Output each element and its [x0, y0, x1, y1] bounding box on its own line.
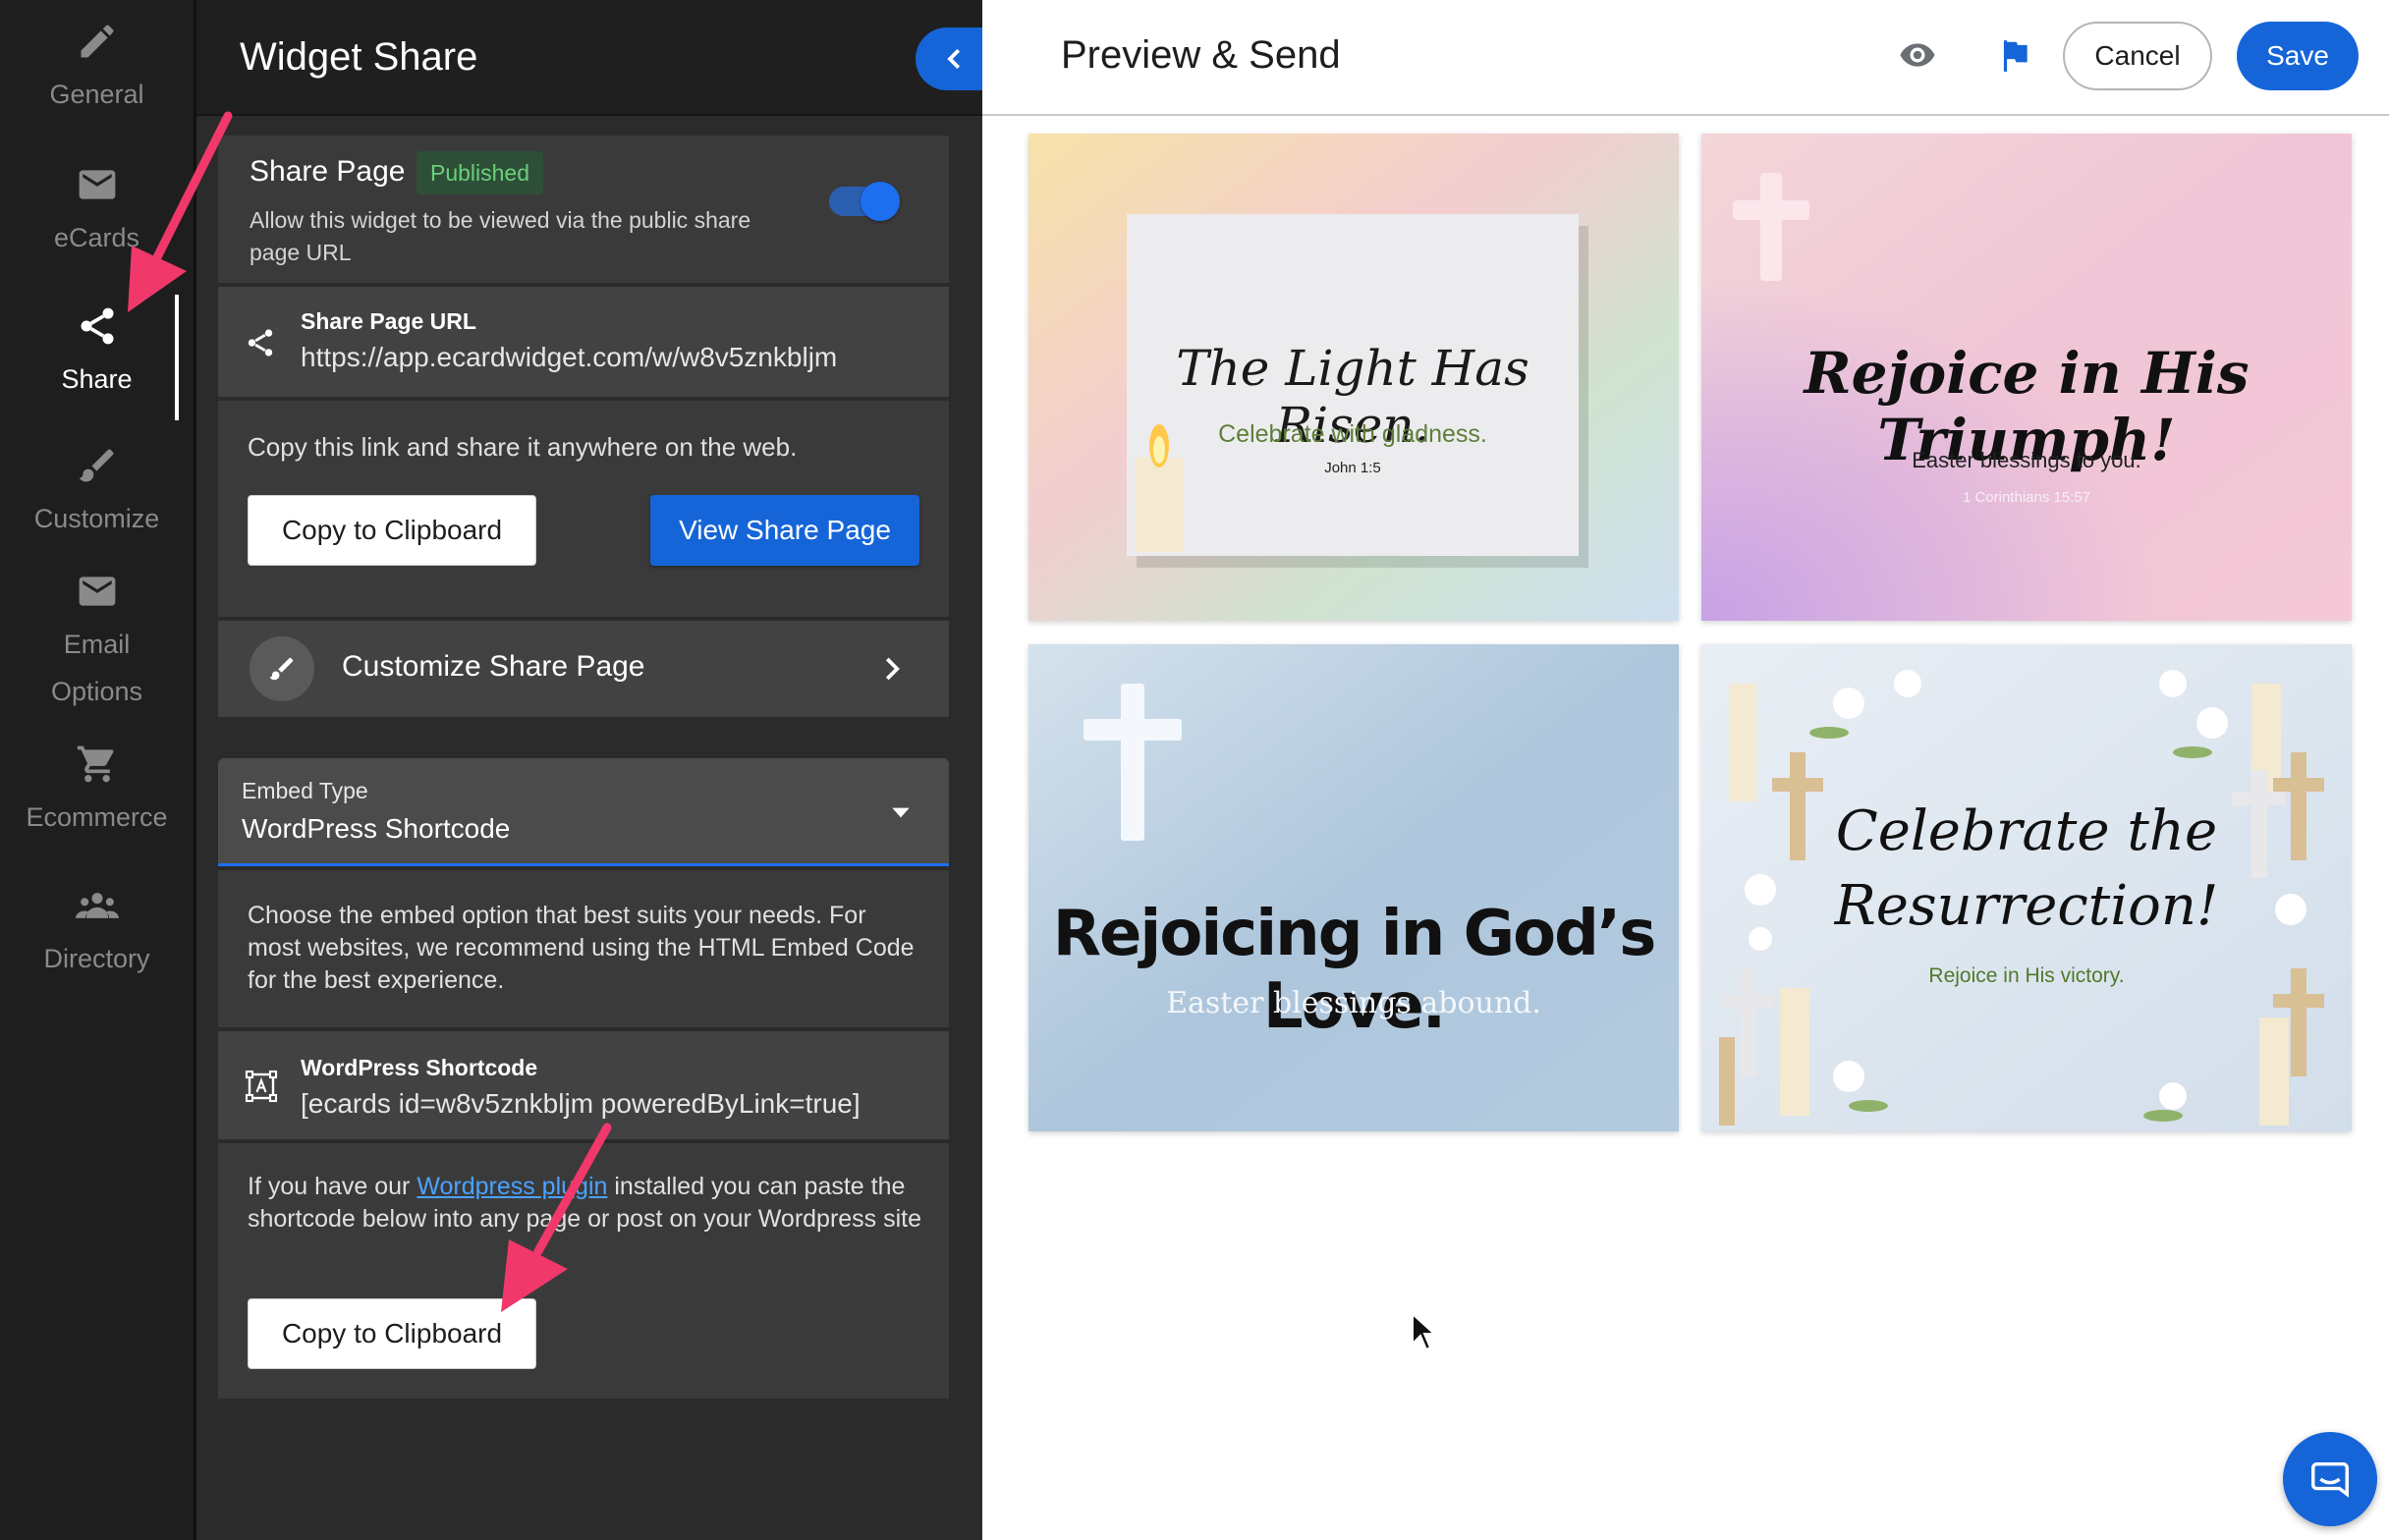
customize-share-label: Customize Share Page — [342, 650, 645, 683]
share-page-toggle[interactable] — [829, 182, 900, 221]
chevron-right-icon — [885, 657, 900, 681]
save-button[interactable]: Save — [2237, 22, 2359, 90]
toggle-knob — [861, 182, 900, 221]
chat-icon — [2311, 1461, 2349, 1498]
chevron-left-icon — [947, 48, 961, 70]
embed-description: Choose the embed option that best suits … — [248, 902, 915, 994]
share-url-value[interactable]: https://app.ecardwidget.com/w/w8v5znkblj… — [301, 342, 837, 373]
dropdown-arrow-icon — [892, 807, 910, 818]
nav-share[interactable]: Share — [0, 304, 194, 403]
ecard-verse: John 1:5 — [1324, 460, 1381, 476]
shortcode-value[interactable]: [ecards id=w8v5znkbljm poweredByLink=tru… — [301, 1088, 861, 1120]
cart-icon — [77, 745, 113, 783]
customize-share-page-row[interactable]: Customize Share Page — [218, 621, 949, 717]
share-url-label: Share Page URL — [301, 308, 476, 334]
nav-general-label: General — [49, 80, 144, 109]
ecard-rejoicing-gods-love[interactable]: Rejoicing in God’s Love. Easter blessing… — [1028, 644, 1679, 1131]
ecard-subtitle: Easter blessings abound. — [1166, 986, 1541, 1020]
preview-title: Preview & Send — [1061, 33, 1341, 77]
ecard-celebrate-resurrection[interactable]: Celebrate the Resurrection! Rejoice in H… — [1701, 644, 2352, 1131]
copy-to-clipboard-button[interactable]: Copy to Clipboard — [248, 495, 536, 566]
share-page-label: Share Page — [250, 155, 406, 188]
nav-ecards-label: eCards — [53, 223, 140, 252]
nav-share-label: Share — [61, 364, 133, 394]
cancel-button[interactable]: Cancel — [2063, 22, 2212, 90]
wordpress-plugin-link[interactable]: Wordpress plugin — [417, 1173, 607, 1200]
ecard-verse: 1 Corinthians 15:57 — [1962, 489, 2091, 506]
shortcode-card: WordPress Shortcode [ecards id=w8v5znkbl… — [218, 1031, 949, 1139]
ecard-subtitle: Easter blessings to you. — [1912, 448, 2141, 472]
chat-launcher-button[interactable] — [2283, 1432, 2377, 1526]
eye-icon[interactable] — [1894, 35, 1941, 75]
view-share-page-button[interactable]: View Share Page — [650, 495, 919, 566]
envelope-icon — [79, 577, 115, 606]
panel-title: Widget Share — [240, 35, 478, 79]
envelope-icon — [79, 170, 115, 199]
share-page-description: Allow this widget to be viewed via the p… — [250, 207, 751, 265]
embed-type-label: Embed Type — [242, 778, 368, 803]
widget-share-panel: Widget Share Share Page Published Allow … — [196, 0, 994, 1540]
embed-type-value: WordPress Shortcode — [242, 813, 511, 844]
ecard-subtitle: Rejoice in His victory. — [1928, 964, 2125, 987]
nav-ecards[interactable]: eCards — [0, 163, 194, 261]
share-page-card: Share Page Published Allow this widget t… — [218, 136, 949, 283]
pencil-icon — [81, 25, 113, 58]
nav-customize-label: Customize — [33, 504, 160, 533]
plugin-info-text: If you have our Wordpress plugin install… — [248, 1171, 925, 1236]
panel-header: Widget Share — [196, 0, 982, 116]
brush-icon — [269, 657, 294, 681]
copy-shortcode-button[interactable]: Copy to Clipboard — [248, 1298, 536, 1369]
left-nav-rail: General eCards Share Customize Email Opt… — [0, 0, 196, 1540]
shortcode-label: WordPress Shortcode — [301, 1055, 538, 1080]
published-badge: Published — [417, 151, 544, 194]
share-icon — [248, 329, 273, 357]
plugin-info-prefix: If you have our — [248, 1173, 417, 1200]
nav-ecommerce-label: Ecommerce — [26, 802, 168, 832]
nav-email-options[interactable]: Email Options — [0, 570, 194, 715]
embed-description-card: Choose the embed option that best suits … — [218, 870, 949, 1027]
ecard-title-line2: Resurrection! — [1834, 874, 2219, 938]
share-icon — [81, 307, 113, 345]
share-url-card: Share Page URL https://app.ecardwidget.c… — [218, 287, 949, 397]
nav-email-options-label-1: Email — [63, 630, 131, 659]
copy-info-text: Copy this link and share it anywhere on … — [248, 432, 798, 462]
plugin-info-card: If you have our Wordpress plugin install… — [218, 1143, 949, 1399]
mouse-cursor-icon — [1412, 1312, 1437, 1351]
people-icon — [75, 893, 119, 918]
ecard-subtitle: Celebrate with gladness. — [1218, 420, 1487, 448]
copy-link-card: Copy this link and share it anywhere on … — [218, 401, 949, 617]
nav-email-options-label-2: Options — [50, 677, 143, 706]
nav-directory-label: Directory — [43, 944, 150, 973]
active-indicator — [175, 295, 179, 420]
flag-icon[interactable] — [1996, 37, 2033, 75]
ecard-light-has-risen[interactable]: The Light Has Risen. Celebrate with glad… — [1028, 134, 1679, 621]
ecard-title-line1: Celebrate the — [1835, 799, 2218, 863]
nav-ecommerce[interactable]: Ecommerce — [0, 742, 194, 841]
ecard-rejoice-triumph[interactable]: Rejoice in His Triumph! Easter blessings… — [1701, 134, 2352, 621]
nav-general[interactable]: General — [0, 20, 194, 118]
brush-icon-circle — [250, 636, 314, 701]
ecard-art — [1028, 644, 1679, 1131]
nav-customize[interactable]: Customize — [0, 444, 194, 542]
brush-icon — [79, 449, 113, 482]
embed-type-select[interactable]: Embed Type WordPress Shortcode — [218, 758, 949, 866]
ecard-title: Rejoicing in God’s Love. — [1052, 898, 1657, 1043]
nav-directory[interactable]: Directory — [0, 884, 194, 982]
preview-header: Preview & Send Cancel Save — [982, 0, 2389, 116]
shortcode-icon — [245, 1070, 278, 1103]
